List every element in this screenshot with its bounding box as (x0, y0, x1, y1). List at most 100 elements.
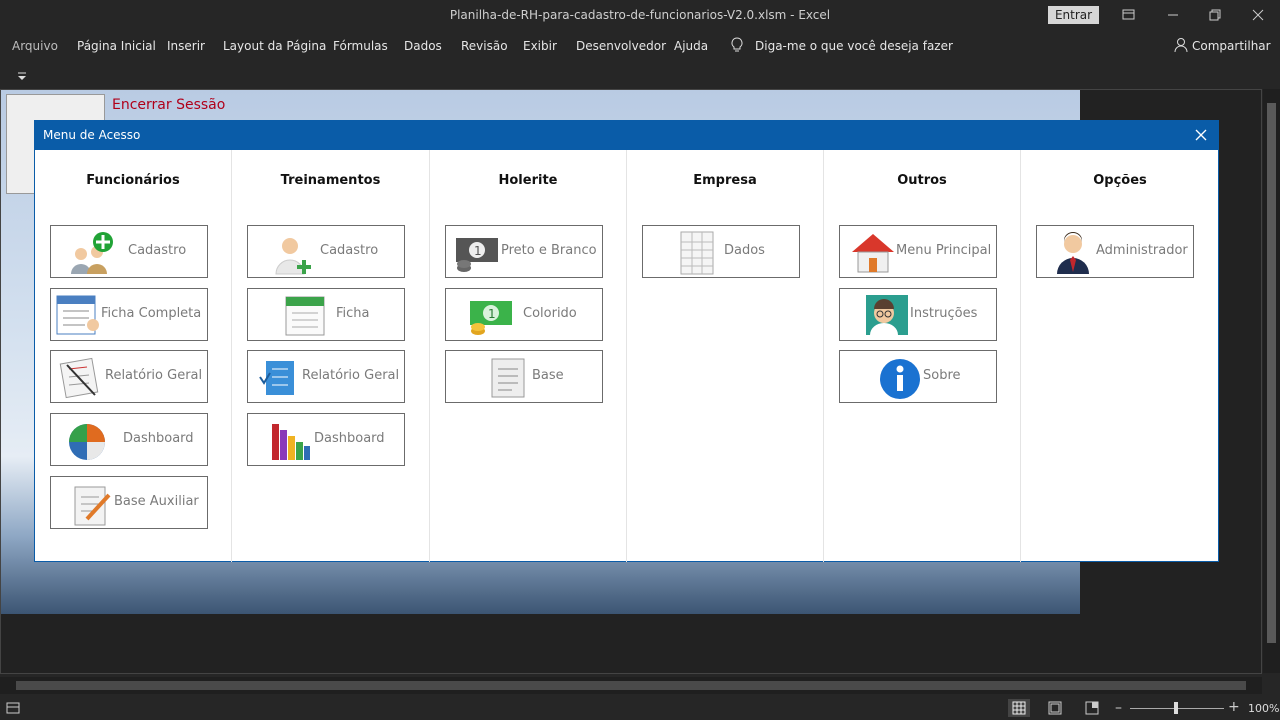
page-break-view-icon[interactable] (1084, 700, 1100, 719)
button-label: Menu Principal (896, 243, 992, 258)
macro-record-icon[interactable] (6, 701, 20, 718)
ribbon-display-icon[interactable] (1118, 5, 1138, 25)
tab-dados[interactable]: Dados (404, 39, 442, 53)
button-label: Colorido (523, 306, 577, 321)
horizontal-scrollbar[interactable] (0, 677, 1262, 694)
tab-ajuda[interactable]: Ajuda (674, 39, 708, 53)
holerite-base-button[interactable]: Base (445, 350, 603, 403)
restore-icon[interactable] (1205, 5, 1225, 25)
customize-toolbar-icon[interactable] (15, 68, 29, 82)
minimize-icon[interactable] (1163, 5, 1183, 25)
funcionarios-dashboard-button[interactable]: Dashboard (50, 413, 208, 466)
treinamentos-dashboard-button[interactable]: Dashboard (247, 413, 405, 466)
page-layout-view-icon[interactable] (1047, 700, 1063, 719)
dialog-title: Menu de Acesso (43, 128, 141, 142)
admin-icon (1053, 230, 1099, 276)
button-label: Relatório Geral (302, 368, 400, 383)
ribbon-tabs: Arquivo Página Inicial Inserir Layout da… (0, 30, 1280, 62)
button-label: Ficha (336, 306, 370, 321)
quick-access-toolbar (0, 62, 1280, 88)
notes-icon (486, 355, 532, 401)
tab-inserir[interactable]: Inserir (167, 39, 205, 53)
outros-sobre-button[interactable]: Sobre (839, 350, 997, 403)
column-funcionarios: Funcionários Cadastro Ficha Completa Rel… (35, 150, 232, 562)
funcionarios-ficha-completa-button[interactable]: Ficha Completa (50, 288, 208, 341)
button-label: Base (532, 368, 564, 383)
column-title: Empresa (693, 173, 757, 188)
tell-me-search[interactable]: Diga-me o que você deseja fazer (755, 39, 953, 53)
spreadsheet-icon (675, 230, 721, 276)
tab-layout-da-pagina[interactable]: Layout da Página (223, 39, 326, 53)
column-title: Holerite (498, 173, 558, 188)
button-label: Dashboard (314, 431, 385, 446)
teacher-icon (864, 293, 910, 339)
zoom-level[interactable]: 100% (1248, 702, 1279, 715)
title-bar: Planilha-de-RH-para-cadastro-de-funciona… (0, 0, 1280, 30)
logout-link[interactable]: Encerrar Sessão (112, 97, 225, 113)
column-empresa: Empresa Dados (627, 150, 824, 562)
zoom-out-icon[interactable]: – (1115, 700, 1122, 716)
column-holerite: Holerite 1 Preto e Branco 1 Colorido Bas… (430, 150, 627, 562)
tab-arquivo[interactable]: Arquivo (12, 39, 58, 53)
dialog-header: Menu de Acesso (35, 121, 1218, 150)
tab-exibir[interactable]: Exibir (523, 39, 557, 53)
vertical-scrollbar[interactable] (1263, 89, 1280, 673)
button-label: Base Auxiliar (114, 494, 199, 509)
opcoes-administrador-button[interactable]: Administrador (1036, 225, 1194, 278)
close-icon[interactable] (1192, 126, 1210, 144)
column-outros: Outros Menu Principal Instruções Sobre (824, 150, 1021, 562)
column-title: Treinamentos (280, 173, 381, 188)
calendar-icon (282, 293, 328, 339)
lightbulb-icon (730, 37, 744, 56)
button-label: Sobre (923, 368, 961, 383)
money-color-icon: 1 (468, 293, 514, 339)
funcionarios-base-auxiliar-button[interactable]: Base Auxiliar (50, 476, 208, 529)
column-opcoes: Opções Administrador (1021, 150, 1219, 562)
pie-chart-icon (65, 418, 111, 464)
button-label: Relatório Geral (105, 368, 203, 383)
button-label: Dados (724, 243, 765, 258)
holerite-preto-e-branco-button[interactable]: 1 Preto e Branco (445, 225, 603, 278)
button-label: Administrador (1096, 243, 1188, 258)
add-people-icon (67, 230, 113, 276)
holerite-colorido-button[interactable]: 1 Colorido (445, 288, 603, 341)
outros-menu-principal-button[interactable]: Menu Principal (839, 225, 997, 278)
info-icon (878, 355, 924, 401)
funcionarios-relatorio-geral-button[interactable]: Relatório Geral (50, 350, 208, 403)
treinamentos-cadastro-button[interactable]: Cadastro (247, 225, 405, 278)
tab-revisao[interactable]: Revisão (461, 39, 508, 53)
treinamentos-ficha-button[interactable]: Ficha (247, 288, 405, 341)
treinamentos-relatorio-geral-button[interactable]: Relatório Geral (247, 350, 405, 403)
column-title: Opções (1093, 173, 1147, 188)
home-icon (850, 230, 896, 276)
normal-view-icon[interactable] (1008, 699, 1030, 717)
column-title: Outros (897, 173, 947, 188)
outros-instrucoes-button[interactable]: Instruções (839, 288, 997, 341)
tab-pagina-inicial[interactable]: Página Inicial (77, 39, 156, 53)
column-treinamentos: Treinamentos Cadastro Ficha Relatório Ge… (232, 150, 430, 562)
form-icon (55, 293, 101, 339)
checklist-icon (258, 355, 304, 401)
tab-formulas[interactable]: Fórmulas (333, 39, 388, 53)
funcionarios-cadastro-button[interactable]: Cadastro (50, 225, 208, 278)
column-title: Funcionários (86, 173, 180, 188)
button-label: Ficha Completa (101, 306, 202, 321)
button-label: Dashboard (123, 431, 194, 446)
zoom-in-icon[interactable]: + (1228, 699, 1240, 715)
close-window-icon[interactable] (1248, 5, 1268, 25)
add-user-icon (270, 230, 316, 276)
share-user-icon (1173, 37, 1189, 56)
horizontal-scroll-thumb[interactable] (16, 681, 1246, 690)
button-label: Cadastro (128, 243, 187, 258)
button-label: Cadastro (320, 243, 379, 258)
empresa-dados-button[interactable]: Dados (642, 225, 800, 278)
svg-text:1: 1 (488, 307, 496, 321)
notepad-icon (69, 481, 115, 527)
tab-desenvolvedor[interactable]: Desenvolvedor (576, 39, 666, 53)
button-label: Preto e Branco (501, 243, 597, 258)
money-bw-icon: 1 (454, 230, 500, 276)
sign-in-button[interactable]: Entrar (1048, 6, 1099, 24)
vertical-scroll-thumb[interactable] (1267, 103, 1276, 643)
zoom-slider-thumb[interactable] (1174, 702, 1178, 714)
share-button[interactable]: Compartilhar (1192, 39, 1271, 53)
